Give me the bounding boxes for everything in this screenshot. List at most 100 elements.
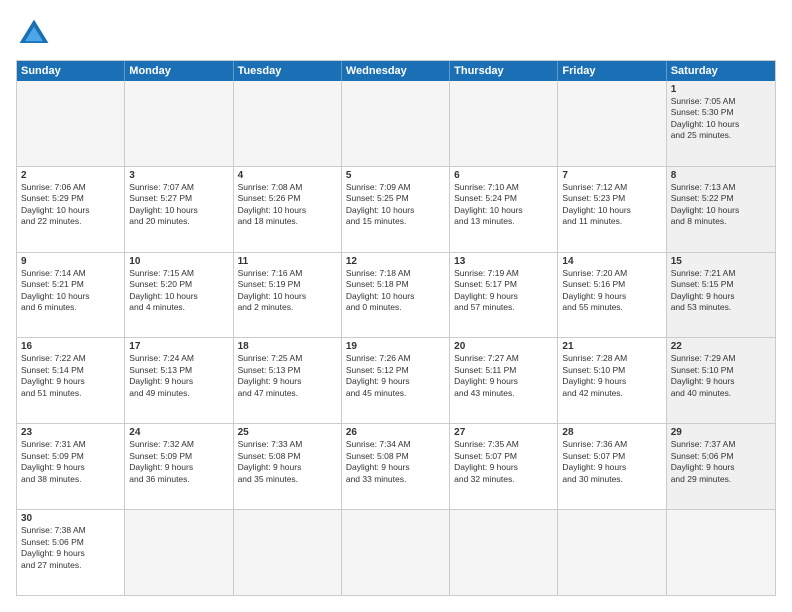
day-number: 7: [562, 170, 661, 181]
cell-info: Sunrise: 7:22 AM Sunset: 5:14 PM Dayligh…: [21, 353, 120, 399]
cell-info: Sunrise: 7:12 AM Sunset: 5:23 PM Dayligh…: [562, 182, 661, 228]
calendar-cell-23: 23Sunrise: 7:31 AM Sunset: 5:09 PM Dayli…: [17, 424, 125, 509]
cell-info: Sunrise: 7:38 AM Sunset: 5:06 PM Dayligh…: [21, 525, 120, 571]
cell-info: Sunrise: 7:06 AM Sunset: 5:29 PM Dayligh…: [21, 182, 120, 228]
day-number: 8: [671, 170, 771, 181]
cell-info: Sunrise: 7:09 AM Sunset: 5:25 PM Dayligh…: [346, 182, 445, 228]
calendar-cell-27: 27Sunrise: 7:35 AM Sunset: 5:07 PM Dayli…: [450, 424, 558, 509]
header-cell-tuesday: Tuesday: [234, 61, 342, 81]
calendar-cell-26: 26Sunrise: 7:34 AM Sunset: 5:08 PM Dayli…: [342, 424, 450, 509]
day-number: 24: [129, 427, 228, 438]
calendar-cell-20: 20Sunrise: 7:27 AM Sunset: 5:11 PM Dayli…: [450, 338, 558, 423]
calendar-cell-8: 8Sunrise: 7:13 AM Sunset: 5:22 PM Daylig…: [667, 167, 775, 252]
calendar-cell-21: 21Sunrise: 7:28 AM Sunset: 5:10 PM Dayli…: [558, 338, 666, 423]
cell-info: Sunrise: 7:10 AM Sunset: 5:24 PM Dayligh…: [454, 182, 553, 228]
day-number: 25: [238, 427, 337, 438]
cell-info: Sunrise: 7:14 AM Sunset: 5:21 PM Dayligh…: [21, 268, 120, 314]
calendar-cell-empty: [342, 81, 450, 166]
calendar-cell-empty: [558, 81, 666, 166]
calendar-cell-24: 24Sunrise: 7:32 AM Sunset: 5:09 PM Dayli…: [125, 424, 233, 509]
calendar-row-2: 9Sunrise: 7:14 AM Sunset: 5:21 PM Daylig…: [17, 253, 775, 339]
day-number: 28: [562, 427, 661, 438]
calendar-cell-29: 29Sunrise: 7:37 AM Sunset: 5:06 PM Dayli…: [667, 424, 775, 509]
calendar-cell-empty: [125, 81, 233, 166]
calendar-cell-7: 7Sunrise: 7:12 AM Sunset: 5:23 PM Daylig…: [558, 167, 666, 252]
day-number: 9: [21, 256, 120, 267]
calendar-cell-4: 4Sunrise: 7:08 AM Sunset: 5:26 PM Daylig…: [234, 167, 342, 252]
cell-info: Sunrise: 7:13 AM Sunset: 5:22 PM Dayligh…: [671, 182, 771, 228]
calendar-cell-empty: [450, 510, 558, 595]
cell-info: Sunrise: 7:24 AM Sunset: 5:13 PM Dayligh…: [129, 353, 228, 399]
cell-info: Sunrise: 7:19 AM Sunset: 5:17 PM Dayligh…: [454, 268, 553, 314]
day-number: 29: [671, 427, 771, 438]
day-number: 14: [562, 256, 661, 267]
logo: [16, 16, 58, 52]
calendar-cell-19: 19Sunrise: 7:26 AM Sunset: 5:12 PM Dayli…: [342, 338, 450, 423]
cell-info: Sunrise: 7:07 AM Sunset: 5:27 PM Dayligh…: [129, 182, 228, 228]
calendar-cell-15: 15Sunrise: 7:21 AM Sunset: 5:15 PM Dayli…: [667, 253, 775, 338]
calendar-cell-empty: [234, 510, 342, 595]
header-cell-friday: Friday: [558, 61, 666, 81]
page: SundayMondayTuesdayWednesdayThursdayFrid…: [0, 0, 792, 612]
header: [16, 16, 776, 52]
day-number: 4: [238, 170, 337, 181]
day-number: 26: [346, 427, 445, 438]
calendar-cell-11: 11Sunrise: 7:16 AM Sunset: 5:19 PM Dayli…: [234, 253, 342, 338]
header-cell-saturday: Saturday: [667, 61, 775, 81]
day-number: 12: [346, 256, 445, 267]
calendar-cell-1: 1Sunrise: 7:05 AM Sunset: 5:30 PM Daylig…: [667, 81, 775, 166]
cell-info: Sunrise: 7:25 AM Sunset: 5:13 PM Dayligh…: [238, 353, 337, 399]
cell-info: Sunrise: 7:28 AM Sunset: 5:10 PM Dayligh…: [562, 353, 661, 399]
calendar: SundayMondayTuesdayWednesdayThursdayFrid…: [16, 60, 776, 596]
calendar-cell-3: 3Sunrise: 7:07 AM Sunset: 5:27 PM Daylig…: [125, 167, 233, 252]
cell-info: Sunrise: 7:29 AM Sunset: 5:10 PM Dayligh…: [671, 353, 771, 399]
calendar-cell-16: 16Sunrise: 7:22 AM Sunset: 5:14 PM Dayli…: [17, 338, 125, 423]
header-cell-thursday: Thursday: [450, 61, 558, 81]
cell-info: Sunrise: 7:21 AM Sunset: 5:15 PM Dayligh…: [671, 268, 771, 314]
day-number: 21: [562, 341, 661, 352]
cell-info: Sunrise: 7:08 AM Sunset: 5:26 PM Dayligh…: [238, 182, 337, 228]
calendar-cell-18: 18Sunrise: 7:25 AM Sunset: 5:13 PM Dayli…: [234, 338, 342, 423]
calendar-cell-10: 10Sunrise: 7:15 AM Sunset: 5:20 PM Dayli…: [125, 253, 233, 338]
calendar-cell-empty: [558, 510, 666, 595]
day-number: 27: [454, 427, 553, 438]
cell-info: Sunrise: 7:05 AM Sunset: 5:30 PM Dayligh…: [671, 96, 771, 142]
calendar-cell-30: 30Sunrise: 7:38 AM Sunset: 5:06 PM Dayli…: [17, 510, 125, 595]
calendar-row-5: 30Sunrise: 7:38 AM Sunset: 5:06 PM Dayli…: [17, 510, 775, 595]
calendar-cell-14: 14Sunrise: 7:20 AM Sunset: 5:16 PM Dayli…: [558, 253, 666, 338]
calendar-cell-empty: [342, 510, 450, 595]
day-number: 13: [454, 256, 553, 267]
day-number: 20: [454, 341, 553, 352]
cell-info: Sunrise: 7:16 AM Sunset: 5:19 PM Dayligh…: [238, 268, 337, 314]
calendar-cell-9: 9Sunrise: 7:14 AM Sunset: 5:21 PM Daylig…: [17, 253, 125, 338]
cell-info: Sunrise: 7:35 AM Sunset: 5:07 PM Dayligh…: [454, 439, 553, 485]
calendar-cell-13: 13Sunrise: 7:19 AM Sunset: 5:17 PM Dayli…: [450, 253, 558, 338]
day-number: 15: [671, 256, 771, 267]
calendar-cell-17: 17Sunrise: 7:24 AM Sunset: 5:13 PM Dayli…: [125, 338, 233, 423]
calendar-row-1: 2Sunrise: 7:06 AM Sunset: 5:29 PM Daylig…: [17, 167, 775, 253]
calendar-cell-6: 6Sunrise: 7:10 AM Sunset: 5:24 PM Daylig…: [450, 167, 558, 252]
header-cell-monday: Monday: [125, 61, 233, 81]
calendar-row-4: 23Sunrise: 7:31 AM Sunset: 5:09 PM Dayli…: [17, 424, 775, 510]
cell-info: Sunrise: 7:34 AM Sunset: 5:08 PM Dayligh…: [346, 439, 445, 485]
calendar-cell-25: 25Sunrise: 7:33 AM Sunset: 5:08 PM Dayli…: [234, 424, 342, 509]
calendar-cell-22: 22Sunrise: 7:29 AM Sunset: 5:10 PM Dayli…: [667, 338, 775, 423]
cell-info: Sunrise: 7:18 AM Sunset: 5:18 PM Dayligh…: [346, 268, 445, 314]
calendar-header: SundayMondayTuesdayWednesdayThursdayFrid…: [17, 61, 775, 81]
day-number: 3: [129, 170, 228, 181]
day-number: 1: [671, 84, 771, 95]
calendar-cell-empty: [125, 510, 233, 595]
cell-info: Sunrise: 7:31 AM Sunset: 5:09 PM Dayligh…: [21, 439, 120, 485]
calendar-cell-28: 28Sunrise: 7:36 AM Sunset: 5:07 PM Dayli…: [558, 424, 666, 509]
cell-info: Sunrise: 7:27 AM Sunset: 5:11 PM Dayligh…: [454, 353, 553, 399]
day-number: 23: [21, 427, 120, 438]
day-number: 17: [129, 341, 228, 352]
day-number: 2: [21, 170, 120, 181]
header-cell-sunday: Sunday: [17, 61, 125, 81]
calendar-body: 1Sunrise: 7:05 AM Sunset: 5:30 PM Daylig…: [17, 81, 775, 595]
day-number: 10: [129, 256, 228, 267]
day-number: 19: [346, 341, 445, 352]
calendar-row-0: 1Sunrise: 7:05 AM Sunset: 5:30 PM Daylig…: [17, 81, 775, 167]
calendar-cell-empty: [667, 510, 775, 595]
day-number: 6: [454, 170, 553, 181]
